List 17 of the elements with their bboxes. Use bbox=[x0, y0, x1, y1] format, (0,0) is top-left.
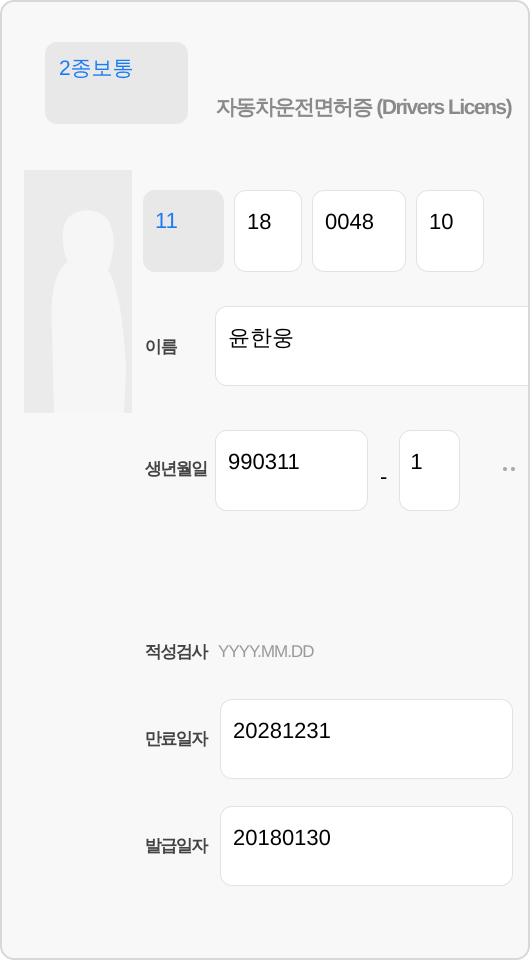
input-field[interactable]: 20281231 bbox=[220, 698, 513, 778]
field-label: 이름 bbox=[145, 336, 178, 358]
input-field[interactable]: 0048 bbox=[312, 190, 406, 272]
field-label: 만료일자 bbox=[145, 728, 208, 750]
input-field[interactable]: 10 bbox=[416, 190, 484, 272]
input-field[interactable]: 18 bbox=[234, 190, 302, 272]
input-field[interactable]: 990311 bbox=[215, 430, 368, 511]
date-field[interactable]: YYYY.MM.DD bbox=[218, 639, 398, 664]
license-title: 자동차운전면허증 (Drivers Licens) bbox=[216, 95, 512, 121]
separator-text: - bbox=[380, 463, 388, 491]
masked-dots-icon bbox=[502, 466, 516, 472]
input-field[interactable]: 20180130 bbox=[220, 806, 513, 886]
field-label: 생년월일 bbox=[145, 458, 208, 480]
input-field[interactable]: 윤한웅 bbox=[215, 306, 528, 386]
field-label: 적성검사 bbox=[145, 641, 208, 663]
input-field[interactable]: 1 bbox=[399, 430, 460, 511]
field-label: 발급일자 bbox=[145, 834, 208, 857]
